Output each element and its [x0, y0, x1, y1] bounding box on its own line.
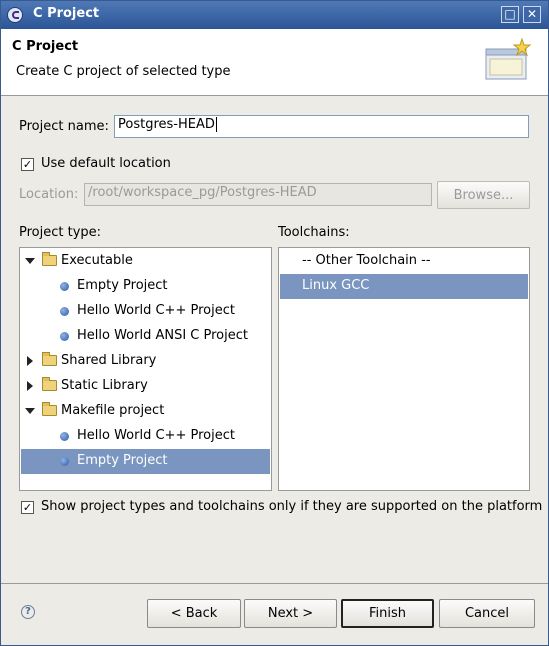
folder-icon [42, 377, 57, 391]
show-supported-label: Show project types and toolchains only i… [41, 499, 543, 514]
folder-icon [42, 402, 57, 416]
browse-button[interactable]: Browse... [437, 181, 530, 209]
tree-item-label: Hello World ANSI C Project [77, 328, 248, 343]
tree-folder-item[interactable]: Static Library [21, 374, 270, 399]
title-bar[interactable]: C Project □ ✕ [1, 1, 548, 29]
window-title: C Project [33, 6, 100, 21]
tree-leaf-item[interactable]: Empty Project [21, 274, 270, 299]
location-field[interactable]: /root/workspace_pg/Postgres-HEAD [84, 183, 432, 206]
folder-icon [42, 352, 57, 366]
use-default-location-checkbox[interactable]: ✓ [21, 158, 34, 171]
show-supported-checkbox[interactable]: ✓ [21, 501, 34, 514]
project-type-icon [60, 307, 69, 316]
project-type-icon [60, 457, 69, 466]
tree-item-label: Empty Project [77, 278, 168, 293]
tree-leaf-item[interactable]: Hello World C++ Project [21, 424, 270, 449]
toolchain-item-label: -- Other Toolchain -- [302, 253, 431, 268]
tree-item-label: Empty Project [77, 453, 168, 468]
tree-item-label: Static Library [61, 378, 148, 393]
collapsed-arrow-icon[interactable] [27, 356, 33, 366]
new-project-wizard-icon [485, 37, 532, 80]
project-name-label: Project name: [19, 119, 109, 134]
back-button[interactable]: < Back [147, 599, 241, 628]
collapsed-arrow-icon[interactable] [27, 381, 33, 391]
tree-item-label: Executable [61, 253, 133, 268]
page-title: C Project [12, 39, 79, 54]
tree-item-label: Shared Library [61, 353, 157, 368]
finish-button[interactable]: Finish [341, 599, 434, 628]
help-icon[interactable]: ? [21, 605, 35, 619]
cancel-button[interactable]: Cancel [439, 599, 535, 628]
toolchains-list[interactable]: -- Other Toolchain -- Linux GCC [278, 247, 530, 491]
tree-leaf-item[interactable]: Hello World C++ Project [21, 299, 270, 324]
location-label: Location: [19, 187, 79, 202]
toolchains-label: Toolchains: [278, 225, 350, 240]
tree-item-label: Makefile project [61, 403, 165, 418]
expanded-arrow-icon[interactable] [25, 408, 35, 414]
tree-item-label: Hello World C++ Project [77, 303, 235, 318]
expanded-arrow-icon[interactable] [25, 258, 35, 264]
tree-folder-item[interactable]: Makefile project [21, 399, 270, 424]
tree-item-label: Hello World C++ Project [77, 428, 235, 443]
maximize-icon[interactable]: □ [501, 6, 519, 23]
tree-folder-item[interactable]: Executable [21, 249, 270, 274]
tree-folder-item[interactable]: Shared Library [21, 349, 270, 374]
page-description: Create C project of selected type [16, 64, 231, 79]
project-type-tree[interactable]: Executable Empty Project Hello World C++ P… [19, 247, 272, 491]
close-icon[interactable]: ✕ [523, 6, 541, 23]
tree-leaf-item[interactable]: Hello World ANSI C Project [21, 324, 270, 349]
toolchain-item-label: Linux GCC [302, 278, 370, 293]
toolchain-item[interactable]: Linux GCC [280, 274, 528, 299]
eclipse-app-icon [7, 7, 23, 23]
project-type-icon [60, 432, 69, 441]
wizard-header: C Project Create C project of selected t… [1, 29, 548, 96]
project-name-field[interactable]: Postgres-HEAD [114, 115, 529, 138]
toolchain-item[interactable]: -- Other Toolchain -- [280, 249, 528, 274]
use-default-location-label: Use default location [41, 156, 171, 171]
next-button[interactable]: Next > [244, 599, 337, 628]
project-type-label: Project type: [19, 225, 102, 240]
footer-divider [1, 583, 548, 584]
project-type-icon [60, 282, 69, 291]
folder-icon [42, 252, 57, 266]
project-type-icon [60, 332, 69, 341]
tree-leaf-item[interactable]: Empty Project [21, 449, 270, 474]
dialog-window: C Project □ ✕ C Project Create C project… [0, 0, 549, 646]
